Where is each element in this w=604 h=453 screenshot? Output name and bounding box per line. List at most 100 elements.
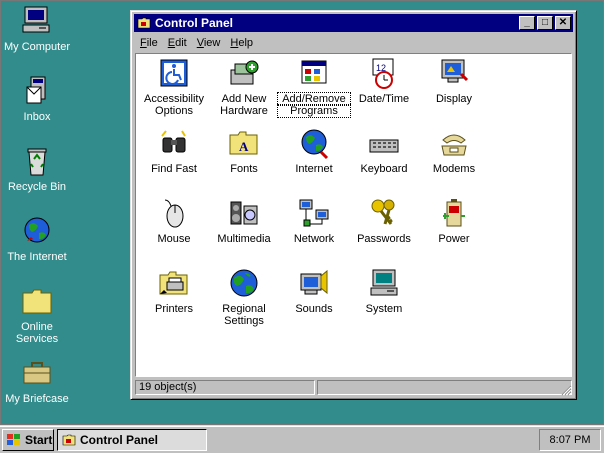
folder-icon <box>22 289 52 314</box>
resize-grip-icon[interactable] <box>559 383 572 396</box>
cp-item-label: System <box>365 303 403 315</box>
cp-item-label: Printers <box>155 303 193 315</box>
power-battery-icon <box>443 199 465 227</box>
clock[interactable]: 8:07 PM <box>550 434 591 446</box>
cp-item-fonts[interactable]: A Fonts <box>208 126 280 175</box>
cp-item-passwords[interactable]: Passwords <box>348 196 420 245</box>
cp-item-label: Modems <box>432 163 476 175</box>
cp-item-date-time[interactable]: 12 Date/Time <box>348 56 420 105</box>
cp-item-label: Network <box>293 233 335 245</box>
taskbar-button-label: Control Panel <box>80 433 159 447</box>
desktop-icon-the-internet[interactable]: The Internet <box>1 213 73 263</box>
menu-help[interactable]: Help <box>225 37 258 49</box>
internet-globe-icon <box>301 129 329 160</box>
desktop-icon-label: The Internet <box>7 251 67 263</box>
desktop-icon-label: Inbox <box>23 111 51 123</box>
start-label: Start <box>25 433 53 447</box>
desktop-icon-label: My Computer <box>3 41 71 53</box>
desktop-icon-label-line2: Services <box>15 333 59 345</box>
cp-item-add-new-hardware[interactable]: Add New Hardware <box>208 56 280 117</box>
start-button[interactable]: Start <box>2 429 54 451</box>
fonts-folder-icon: A <box>229 131 258 155</box>
control-panel-folder-icon <box>62 434 76 446</box>
cp-item-sounds[interactable]: Sounds <box>278 266 350 315</box>
cp-item-label: Regional <box>222 303 266 315</box>
recycle-bin-icon <box>27 148 47 176</box>
status-secondary-pane <box>317 380 572 395</box>
accessibility-icon <box>160 59 188 87</box>
cp-item-accessibility-options[interactable]: Accessibility Options <box>138 56 210 117</box>
desktop-icon-my-briefcase[interactable]: My Briefcase <box>1 355 73 405</box>
regional-globe-icon <box>230 269 258 297</box>
add-remove-programs-icon <box>301 60 327 84</box>
cp-item-label: Date/Time <box>358 93 410 105</box>
cp-item-internet[interactable]: Internet <box>278 126 350 175</box>
modem-phone-icon <box>441 134 467 156</box>
taskbar: Start Control Panel 8:07 PM <box>0 425 604 453</box>
desktop-icon-recycle-bin[interactable]: Recycle Bin <box>1 143 73 193</box>
desktop-icon-online-services[interactable]: Online Services <box>1 283 73 345</box>
add-hardware-icon <box>230 60 259 85</box>
cp-item-add-remove-programs[interactable]: Add/Remove Programs <box>277 56 351 118</box>
cp-item-display[interactable]: Display <box>418 56 490 105</box>
cp-item-label: Sounds <box>295 303 333 315</box>
cp-item-keyboard[interactable]: Keyboard <box>348 126 420 175</box>
cp-item-power[interactable]: Power <box>418 196 490 245</box>
keyboard-icon <box>369 139 399 153</box>
cp-item-label-line2: Settings <box>224 315 264 327</box>
cp-item-label: Display <box>435 93 473 105</box>
maximize-button[interactable]: □ <box>537 16 553 30</box>
menu-help-text: elp <box>238 37 254 49</box>
internet-globe-icon <box>24 217 50 243</box>
cp-item-label: Add/Remove <box>277 92 351 106</box>
menu-edit-accelerator: E <box>167 37 176 49</box>
taskbar-button-control-panel[interactable]: Control Panel <box>57 429 207 451</box>
menu-edit-text: dit <box>175 37 187 49</box>
cp-item-mouse[interactable]: Mouse <box>138 196 210 245</box>
close-button[interactable]: ✕ <box>555 16 571 30</box>
cp-item-label-line2: Programs <box>277 104 351 118</box>
multimedia-icon <box>230 201 258 225</box>
cp-item-label: Accessibility <box>144 93 204 105</box>
desktop-icon-label: My Briefcase <box>5 393 69 405</box>
windows-logo-icon <box>7 434 20 445</box>
binoculars-icon <box>161 130 186 153</box>
cp-item-label: Passwords <box>357 233 411 245</box>
cp-item-label: Find Fast <box>151 163 197 175</box>
desktop-icon-my-computer[interactable]: My Computer <box>1 3 73 53</box>
cp-item-system[interactable]: System <box>348 266 420 315</box>
cp-item-label: Internet <box>295 163 333 175</box>
control-panel-folder-icon <box>137 17 151 29</box>
cp-item-find-fast[interactable]: Find Fast <box>138 126 210 175</box>
cp-item-modems[interactable]: Modems <box>418 126 490 175</box>
desktop-icon-label-line1: Online <box>21 321 53 333</box>
cp-item-label: Mouse <box>157 233 191 245</box>
cp-item-label: Multimedia <box>217 233 271 245</box>
menu-edit[interactable]: Edit <box>163 37 192 49</box>
sounds-icon <box>300 269 328 295</box>
cp-item-label-line2: Hardware <box>220 105 268 117</box>
printers-folder-icon <box>159 271 188 295</box>
menu-file[interactable]: File <box>135 37 163 49</box>
cp-item-multimedia[interactable]: Multimedia <box>208 196 280 245</box>
menu-view[interactable]: View <box>192 37 226 49</box>
control-panel-window[interactable]: Control Panel _ □ ✕ File Edit View Help … <box>130 10 577 400</box>
cp-item-printers[interactable]: Printers <box>138 266 210 315</box>
cp-item-regional-settings[interactable]: Regional Settings <box>208 266 280 327</box>
desktop: My Computer Inbox Recycle Bin The Intern… <box>0 0 604 425</box>
menu-view-accelerator: V <box>196 37 204 49</box>
network-icon <box>299 199 329 227</box>
window-title: Control Panel <box>155 16 234 30</box>
minimize-button[interactable]: _ <box>519 16 535 30</box>
mouse-icon <box>164 199 184 228</box>
date-time-icon: 12 <box>372 58 394 89</box>
desktop-icon-inbox[interactable]: Inbox <box>1 73 73 123</box>
control-panel-content: Accessibility Options Add New Hardware A… <box>135 53 572 377</box>
cp-item-label: Fonts <box>230 163 258 175</box>
menu-file-text: ile <box>146 37 158 49</box>
menu-file-accelerator: F <box>140 37 147 49</box>
cp-item-network[interactable]: Network <box>278 196 350 245</box>
cp-item-label-line2: Options <box>155 105 193 117</box>
title-bar[interactable]: Control Panel _ □ ✕ <box>134 14 573 32</box>
desktop-icon-label: Recycle Bin <box>7 181 67 193</box>
